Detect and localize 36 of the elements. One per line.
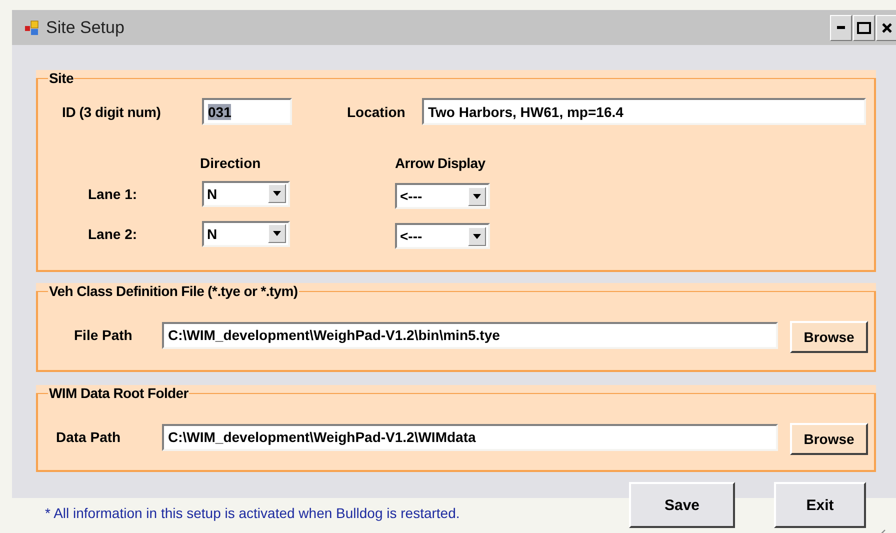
field-label: Location <box>347 104 406 120</box>
lane-label: Lane 2: <box>88 226 138 242</box>
input-field[interactable]: 031 <box>202 98 292 125</box>
group-title: Veh Class Definition File (*.tye or *.tym) <box>49 283 298 299</box>
dropdown-arrow-icon[interactable] <box>273 191 281 196</box>
field-label: Data Path <box>56 429 122 445</box>
dropdown[interactable]: <--- <box>395 223 490 249</box>
browse-button[interactable]: Browse <box>790 423 868 455</box>
dropdown-arrow-icon[interactable] <box>473 234 481 238</box>
field-value: 031 <box>208 104 232 120</box>
close-button[interactable] <box>876 14 896 40</box>
maximize-button[interactable] <box>853 14 875 40</box>
dropdown-arrow-icon[interactable] <box>473 194 481 198</box>
browse-button[interactable]: Browse <box>790 321 868 353</box>
save-button[interactable]: Save <box>629 482 735 528</box>
field-label: ID (3 digit num) <box>62 104 162 120</box>
maximize-icon[interactable] <box>857 22 871 34</box>
close-icon[interactable] <box>882 22 892 32</box>
info-note: * All information in this setup is activated when Bulldog is restarted. <box>45 504 461 520</box>
app-icon <box>24 20 40 36</box>
input-field[interactable]: Two Harbors, HW61, mp=16.4 <box>422 98 866 125</box>
group-title: WIM Data Root Folder <box>49 385 188 401</box>
column-header: Arrow Display <box>395 155 486 171</box>
column-header: Direction <box>200 155 262 171</box>
dropdown-arrow-icon[interactable] <box>273 231 281 236</box>
exit-button[interactable]: Exit <box>774 482 866 528</box>
lane-label: Lane 1: <box>88 186 138 202</box>
minimize-button[interactable] <box>830 14 852 40</box>
field-label: File Path <box>74 327 134 343</box>
group-title: Site <box>49 70 74 86</box>
dropdown[interactable]: N <box>202 180 290 206</box>
dropdown[interactable]: N <box>202 220 290 246</box>
input-field[interactable]: C:\WIM_development\WeighPad-V1.2\WIMdata <box>162 424 778 450</box>
input-field[interactable]: C:\WIM_development\WeighPad-V1.2\bin\min5.tye <box>162 322 778 348</box>
dropdown[interactable]: <--- <box>395 183 490 209</box>
window-title: Site Setup <box>46 18 124 38</box>
